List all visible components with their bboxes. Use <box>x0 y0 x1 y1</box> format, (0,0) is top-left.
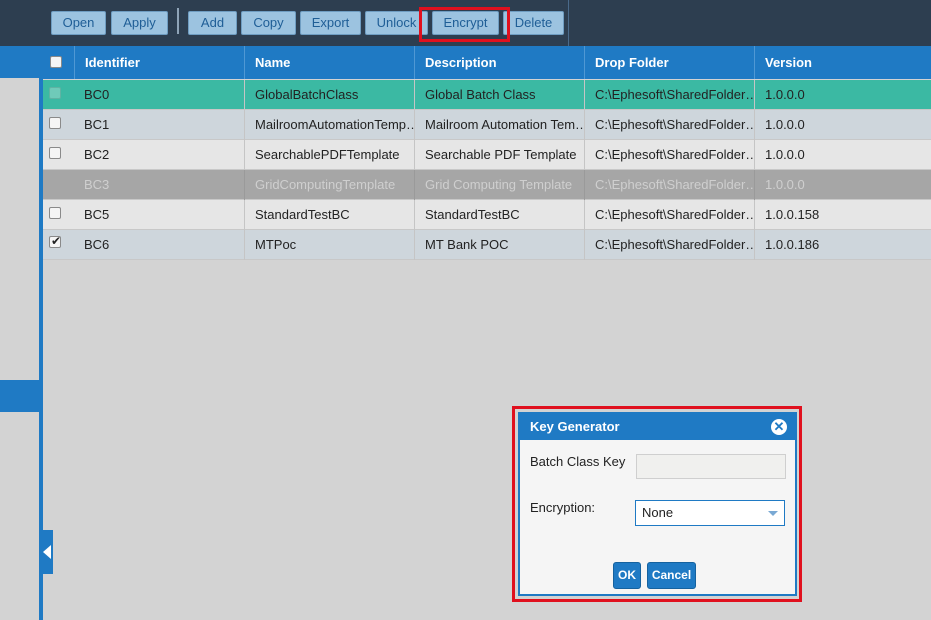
checkmark-icon: ✔ <box>51 234 62 248</box>
select-all-checkbox[interactable] <box>50 56 62 68</box>
cell-identifier: BC1 <box>84 117 110 132</box>
cell-drop-folder: C:\Ephesoft\SharedFolder… <box>584 230 754 260</box>
cell-drop-folder: C:\Ephesoft\SharedFolder… <box>584 80 754 110</box>
cell-name: MailroomAutomationTemp… <box>244 110 414 140</box>
cell-version: 1.0.0.186 <box>754 230 924 260</box>
cell-identifier: BC2 <box>84 147 110 162</box>
cell-description: Searchable PDF Template <box>414 140 584 170</box>
column-header-name[interactable]: Name <box>244 46 414 79</box>
row-checkbox-checked[interactable]: ✔ <box>49 234 62 248</box>
cell-description: StandardTestBC <box>414 200 584 230</box>
key-generator-dialog: Key Generator ✕ Batch Class Key Encrypti… <box>518 412 797 596</box>
select-all-cell <box>43 46 74 79</box>
encryption-label: Encryption: <box>530 500 596 515</box>
cell-description: MT Bank POC <box>414 230 584 260</box>
column-header-description[interactable]: Description <box>414 46 584 79</box>
cell-version: 1.0.0.0 <box>754 110 924 140</box>
table-row[interactable]: BC0 GlobalBatchClass Global Batch Class … <box>43 80 931 110</box>
table-row[interactable]: ✔ BC6 MTPoc MT Bank POC C:\Ephesoft\Shar… <box>43 230 931 260</box>
cell-name: MTPoc <box>244 230 414 260</box>
cell-description: Mailroom Automation Tem… <box>414 110 584 140</box>
cell-identifier: BC5 <box>84 207 110 222</box>
collapse-panel-button[interactable] <box>41 530 53 574</box>
cell-name: SearchablePDFTemplate <box>244 140 414 170</box>
cell-identifier: BC0 <box>84 87 110 102</box>
grid-header: Identifier Name Description Drop Folder … <box>43 46 931 79</box>
close-icon[interactable]: ✕ <box>771 419 787 435</box>
cell-version: 1.0.0.0 <box>754 140 924 170</box>
batch-class-key-label: Batch Class Key <box>530 454 626 469</box>
copy-button[interactable]: Copy <box>241 11 296 35</box>
encrypt-button[interactable]: Encrypt <box>432 11 499 35</box>
column-header-identifier[interactable]: Identifier <box>74 46 244 79</box>
cell-identifier: BC3 <box>84 177 110 192</box>
cell-drop-folder: C:\Ephesoft\SharedFolder… <box>584 140 754 170</box>
cancel-button[interactable]: Cancel <box>647 562 696 589</box>
table-row[interactable]: BC5 StandardTestBC StandardTestBC C:\Eph… <box>43 200 931 230</box>
table-row-disabled: BC3 GridComputingTemplate Grid Computing… <box>43 170 931 200</box>
row-checkbox[interactable] <box>49 147 61 159</box>
encryption-select[interactable]: None <box>635 500 785 526</box>
cell-identifier: BC6 <box>84 237 110 252</box>
cell-name: StandardTestBC <box>244 200 414 230</box>
row-checkbox[interactable] <box>49 117 61 129</box>
row-checkbox[interactable] <box>49 87 61 99</box>
delete-button[interactable]: Delete <box>503 11 564 35</box>
toolbar-separator <box>568 0 569 46</box>
cell-version: 1.0.0.0 <box>754 170 924 200</box>
chevron-left-icon <box>43 545 51 559</box>
cell-name: GlobalBatchClass <box>244 80 414 110</box>
encryption-selected-value: None <box>642 505 674 520</box>
batch-class-key-input[interactable] <box>636 454 786 479</box>
cell-version: 1.0.0.158 <box>754 200 924 230</box>
column-header-version[interactable]: Version <box>754 46 924 79</box>
dialog-title: Key Generator <box>520 414 795 440</box>
apply-button[interactable]: Apply <box>111 11 168 35</box>
export-button[interactable]: Export <box>300 11 361 35</box>
cell-name: GridComputingTemplate <box>244 170 414 200</box>
add-button[interactable]: Add <box>188 11 237 35</box>
table-row[interactable]: BC1 MailroomAutomationTemp… Mailroom Aut… <box>43 110 931 140</box>
open-button[interactable]: Open <box>51 11 106 35</box>
table-row[interactable]: BC2 SearchablePDFTemplate Searchable PDF… <box>43 140 931 170</box>
left-panel-header <box>0 46 39 78</box>
left-panel <box>0 46 39 620</box>
cell-drop-folder: C:\Ephesoft\SharedFolder… <box>584 170 754 200</box>
cell-description: Grid Computing Template <box>414 170 584 200</box>
cell-drop-folder: C:\Ephesoft\SharedFolder… <box>584 110 754 140</box>
chevron-down-icon <box>768 511 778 516</box>
cell-description: Global Batch Class <box>414 80 584 110</box>
left-panel-selected-item[interactable] <box>0 380 39 412</box>
column-header-drop-folder[interactable]: Drop Folder <box>584 46 754 79</box>
cell-drop-folder: C:\Ephesoft\SharedFolder… <box>584 200 754 230</box>
toolbar: Open Apply Add Copy Export Unlock Encryp… <box>0 0 931 46</box>
ok-button[interactable]: OK <box>613 562 641 589</box>
unlock-button[interactable]: Unlock <box>365 11 428 35</box>
cell-version: 1.0.0.0 <box>754 80 924 110</box>
toolbar-divider <box>177 8 179 34</box>
row-checkbox[interactable] <box>49 207 61 219</box>
